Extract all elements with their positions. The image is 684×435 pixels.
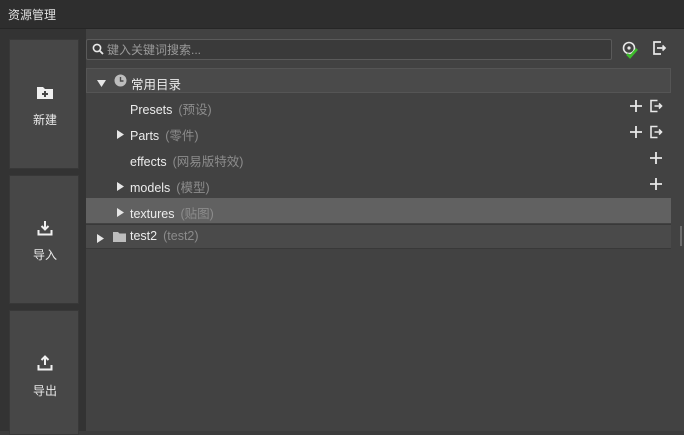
add-icon[interactable] — [649, 151, 663, 165]
export-icon — [10, 355, 80, 374]
search-box[interactable] — [86, 39, 612, 60]
new-button-label: 新建 — [32, 113, 57, 127]
folder-plus-icon — [10, 85, 80, 103]
tree-item-name: models — [130, 181, 171, 195]
export-button-label: 导出 — [32, 384, 57, 398]
tree-item-sub: (模型) — [176, 181, 210, 195]
clock-icon — [114, 74, 127, 90]
window-title: 资源管理 — [8, 8, 57, 22]
add-icon[interactable] — [629, 99, 643, 113]
scrollbar-edge[interactable] — [680, 226, 682, 246]
tree-item-models[interactable]: models (模型) — [86, 172, 671, 197]
tree-item-sub: (贴图) — [180, 207, 214, 221]
add-icon[interactable] — [629, 125, 643, 139]
tree-item-parts[interactable]: Parts (零件) — [86, 120, 671, 145]
search-icon — [92, 43, 104, 58]
filter-check-icon[interactable] — [621, 40, 641, 60]
tree-item-effects[interactable]: effects (网易版特效) — [86, 146, 671, 171]
import-button[interactable]: 导入 — [9, 175, 79, 304]
new-button[interactable]: 新建 — [9, 39, 79, 169]
tree-item-name: Presets — [130, 103, 173, 117]
tree-item-textures[interactable]: textures (贴图) — [86, 198, 671, 223]
tree-folder-test2[interactable]: test2 (test2) — [86, 224, 671, 249]
add-icon[interactable] — [649, 177, 663, 191]
export-button[interactable]: 导出 — [9, 310, 79, 435]
exit-icon[interactable] — [649, 99, 663, 113]
tree-item-name: Parts — [130, 129, 160, 143]
caret-right-icon[interactable] — [97, 232, 104, 246]
tree-item-sub: (零件) — [165, 129, 199, 143]
exit-icon[interactable] — [649, 125, 663, 139]
tree-item-name: test2 — [130, 229, 158, 243]
tree-item-name: effects — [130, 155, 167, 169]
tree-item-sub: (预设) — [178, 103, 212, 117]
caret-down-icon[interactable] — [97, 77, 106, 91]
tree-item-presets[interactable]: Presets (预设) — [86, 94, 671, 119]
caret-right-icon[interactable] — [117, 180, 124, 194]
tree-group-common[interactable]: 常用目录 — [86, 68, 671, 93]
tree-item-name: textures — [130, 207, 175, 221]
import-icon — [10, 220, 80, 239]
search-input[interactable] — [107, 40, 607, 59]
import-button-label: 导入 — [32, 248, 57, 262]
caret-right-icon[interactable] — [117, 128, 124, 142]
title-bar: 资源管理 — [0, 0, 684, 29]
folder-icon — [113, 231, 126, 245]
caret-right-icon[interactable] — [117, 206, 124, 220]
tree-group-label: 常用目录 — [131, 78, 182, 92]
tree-item-sub: (网易版特效) — [172, 155, 244, 169]
exit-icon[interactable] — [651, 40, 671, 60]
tree-item-sub: (test2) — [163, 229, 199, 243]
